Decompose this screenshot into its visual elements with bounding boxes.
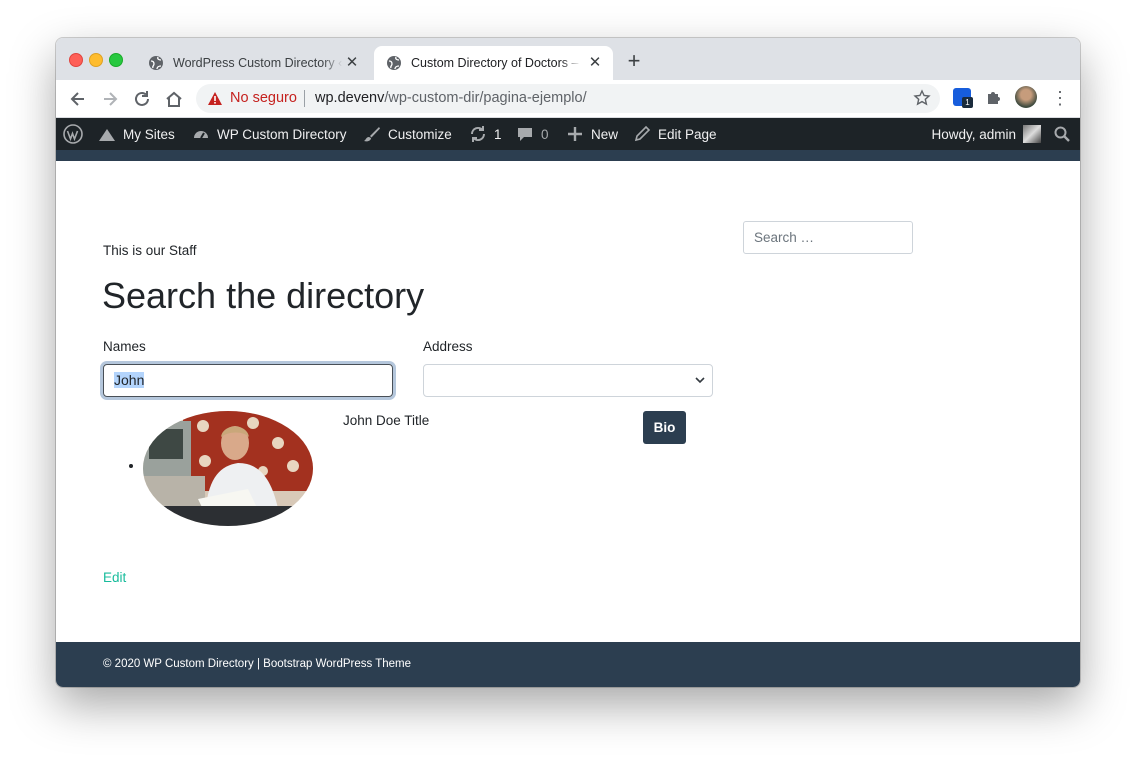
browser-menu-icon[interactable]: ⋮	[1051, 88, 1069, 108]
edit-link[interactable]: Edit	[103, 570, 126, 585]
plus-icon	[568, 127, 582, 141]
profile-avatar[interactable]	[1015, 86, 1037, 108]
address-bar[interactable]: No seguro wp.devenv/wp-custom-dir/pagina…	[196, 84, 940, 113]
bio-button[interactable]: Bio	[643, 411, 686, 444]
globe-icon	[387, 56, 401, 70]
new-label: New	[591, 126, 619, 142]
names-input-value: John	[114, 372, 145, 388]
admin-account[interactable]: Howdy, admin	[931, 118, 1041, 150]
close-tab-icon[interactable]: ✕	[587, 55, 603, 71]
page-heading: Search the directory	[102, 275, 425, 316]
forward-icon[interactable]	[99, 88, 121, 110]
comments-count: 0	[541, 126, 549, 142]
url-text[interactable]: wp.devenv/wp-custom-dir/pagina-ejemplo/	[315, 90, 587, 106]
admin-edit-page[interactable]: Edit Page	[633, 118, 717, 150]
warning-icon	[208, 92, 222, 105]
dashboard-icon	[194, 131, 208, 139]
list-bullet	[129, 464, 133, 468]
reload-icon[interactable]	[131, 88, 153, 110]
bookmark-star-icon[interactable]	[913, 89, 931, 107]
tab-wordpress-custom-directory[interactable]: WordPress Custom Directory ‹ ✕	[136, 46, 370, 80]
person-name: John Doe Title	[343, 413, 430, 428]
admin-my-sites[interactable]: My Sites	[98, 118, 175, 150]
howdy-label: Howdy, admin	[931, 126, 1016, 142]
tab-title: WordPress Custom Directory ‹	[173, 56, 343, 70]
customize-label: Customize	[388, 126, 452, 142]
back-icon[interactable]	[67, 88, 89, 110]
comment-bubble-icon	[518, 128, 532, 141]
wp-admin-bar: My Sites WP Custom Directory Customize 1…	[56, 118, 1080, 150]
page-content: This is our Staff Search … Search the di…	[56, 161, 1080, 642]
minimize-window-button[interactable]	[89, 53, 103, 67]
footer-text: © 2020 WP Custom Directory | Bootstrap W…	[103, 658, 412, 670]
extensions-puzzle-icon[interactable]	[985, 88, 1003, 106]
tab-strip: WordPress Custom Directory ‹ ✕ Custom Di…	[56, 38, 1080, 80]
chevron-down-icon	[695, 377, 705, 384]
sidebar-search-input[interactable]: Search …	[743, 221, 913, 254]
intro-text: This is our Staff	[103, 243, 197, 258]
updates-icon	[470, 126, 486, 142]
names-label: Names	[103, 339, 146, 354]
home-icon[interactable]	[163, 88, 185, 110]
close-window-button[interactable]	[69, 53, 83, 67]
site-navbar	[56, 150, 1080, 161]
url-host: wp.devenv	[315, 90, 385, 106]
maximize-window-button[interactable]	[109, 53, 123, 67]
address-label: Address	[423, 339, 473, 354]
url-path: /wp-custom-dir/pagina-ejemplo/	[384, 90, 587, 106]
edit-page-label: Edit Page	[658, 126, 717, 142]
browser-toolbar: No seguro wp.devenv/wp-custom-dir/pagina…	[56, 80, 1080, 118]
close-tab-icon[interactable]: ✕	[344, 55, 360, 71]
new-tab-button[interactable]: +	[624, 50, 644, 72]
updates-count: 1	[494, 126, 502, 142]
admin-search-icon[interactable]	[1053, 125, 1071, 143]
wordpress-logo-icon[interactable]	[63, 118, 83, 150]
security-status[interactable]: No seguro	[230, 90, 297, 106]
admin-updates[interactable]: 1	[469, 118, 502, 150]
admin-comments[interactable]: 0	[516, 118, 549, 150]
browser-window: WordPress Custom Directory ‹ ✕ Custom Di…	[56, 38, 1080, 687]
admin-avatar	[1023, 125, 1041, 143]
globe-icon	[149, 56, 163, 70]
admin-site-name[interactable]: WP Custom Directory	[192, 118, 347, 150]
paintbrush-icon	[364, 127, 380, 142]
admin-new-content[interactable]: New	[566, 118, 618, 150]
doctor-photo	[143, 411, 313, 526]
tab-custom-directory-of-doctors[interactable]: Custom Directory of Doctors – ✕	[374, 46, 613, 80]
address-divider	[304, 90, 305, 107]
names-input[interactable]: John	[103, 364, 393, 397]
tab-title: Custom Directory of Doctors –	[411, 56, 579, 70]
site-name-label: WP Custom Directory	[217, 126, 347, 142]
my-sites-label: My Sites	[123, 126, 175, 142]
site-footer: © 2020 WP Custom Directory | Bootstrap W…	[56, 642, 1080, 687]
my-sites-icon	[99, 129, 115, 141]
admin-customize[interactable]: Customize	[363, 118, 452, 150]
extension-badge: 1	[962, 97, 973, 108]
password-manager-extension-icon[interactable]: 1	[953, 88, 973, 108]
address-select[interactable]	[423, 364, 713, 397]
pencil-icon	[634, 125, 651, 142]
